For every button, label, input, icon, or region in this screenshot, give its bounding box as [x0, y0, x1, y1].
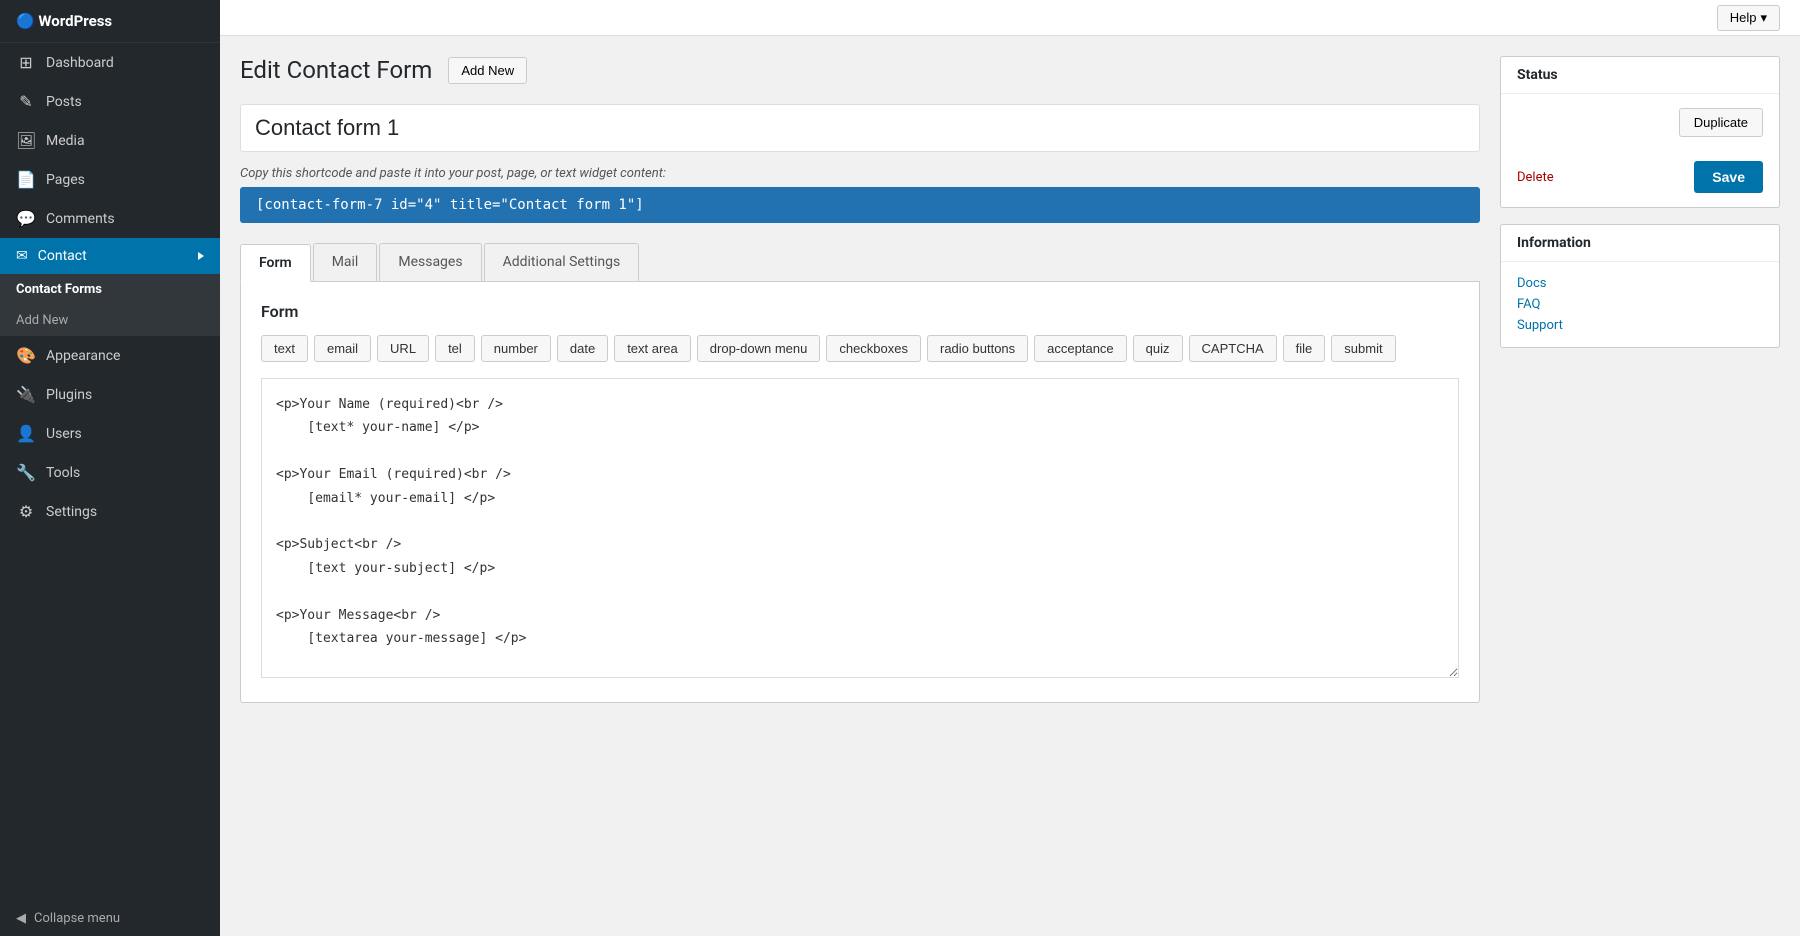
media-icon: 🖼 — [16, 131, 36, 150]
sidebar-item-dashboard[interactable]: ⊞ Dashboard — [0, 43, 220, 82]
tag-button-text-area[interactable]: text area — [614, 335, 691, 362]
tag-button-quiz[interactable]: quiz — [1133, 335, 1183, 362]
shortcode-box[interactable]: [contact-form-7 id="4" title="Contact fo… — [240, 187, 1480, 223]
sidebar: 🔵 WordPress ⊞ Dashboard ✎ Posts 🖼 Media … — [0, 0, 220, 936]
sidebar-logo: 🔵 WordPress — [0, 0, 220, 43]
comments-icon: 💬 — [16, 209, 36, 228]
collapse-menu-button[interactable]: ◀ Collapse menu — [0, 901, 220, 936]
tag-button-email[interactable]: email — [314, 335, 371, 362]
status-metabox-actions: Delete Save — [1501, 151, 1779, 207]
tag-button-captcha[interactable]: CAPTCHA — [1189, 335, 1277, 362]
help-button[interactable]: Help ▾ — [1717, 5, 1780, 31]
tag-button-text[interactable]: text — [261, 335, 308, 362]
sidebar-item-contact[interactable]: ✉ Contact — [0, 238, 220, 274]
sidebar-item-tools[interactable]: 🔧 Tools — [0, 453, 220, 492]
tag-button-url[interactable]: URL — [377, 335, 429, 362]
status-metabox: Status Duplicate Delete Save — [1500, 56, 1780, 208]
save-button[interactable]: Save — [1694, 161, 1763, 193]
settings-icon: ⚙ — [16, 502, 36, 521]
main-content: Help ▾ Edit Contact Form Add New Copy th… — [220, 0, 1800, 936]
sidebar-item-posts[interactable]: ✎ Posts — [0, 82, 220, 121]
left-column: Edit Contact Form Add New Copy this shor… — [240, 56, 1480, 916]
tag-button-date[interactable]: date — [557, 335, 608, 362]
sidebar-item-plugins[interactable]: 🔌 Plugins — [0, 375, 220, 414]
form-panel-title: Form — [261, 302, 1459, 321]
tag-button-radio-buttons[interactable]: radio buttons — [927, 335, 1028, 362]
plugins-icon: 🔌 — [16, 385, 36, 404]
page-title: Edit Contact Form — [240, 56, 432, 84]
add-new-button[interactable]: Add New — [448, 57, 527, 84]
dashboard-icon: ⊞ — [16, 53, 36, 72]
shortcode-label: Copy this shortcode and paste it into yo… — [240, 166, 1480, 181]
form-panel: Form textemailURLtelnumberdatetext aread… — [240, 282, 1480, 703]
form-name-input[interactable] — [240, 104, 1480, 152]
tag-button-acceptance[interactable]: acceptance — [1034, 335, 1127, 362]
right-column: Status Duplicate Delete Save Information… — [1500, 56, 1780, 916]
tools-icon: 🔧 — [16, 463, 36, 482]
tab-mail[interactable]: Mail — [313, 243, 378, 281]
info-link-docs[interactable]: Docs — [1517, 276, 1763, 291]
sidebar-item-pages[interactable]: 📄 Pages — [0, 160, 220, 199]
help-arrow-icon: ▾ — [1760, 10, 1767, 26]
sidebar-item-users[interactable]: 👤 Users — [0, 414, 220, 453]
tag-button-number[interactable]: number — [481, 335, 551, 362]
duplicate-button[interactable]: Duplicate — [1679, 108, 1763, 137]
sidebar-item-contact-forms[interactable]: Contact Forms — [0, 274, 220, 305]
info-links: Docs FAQ Support — [1501, 262, 1779, 347]
contact-submenu: Contact Forms Add New — [0, 274, 220, 336]
pages-icon: 📄 — [16, 170, 36, 189]
sidebar-item-settings[interactable]: ⚙ Settings — [0, 492, 220, 531]
information-metabox: Information Docs FAQ Support — [1500, 224, 1780, 348]
tag-button-submit[interactable]: submit — [1331, 335, 1395, 362]
tag-buttons-container: textemailURLtelnumberdatetext areadrop-d… — [261, 335, 1459, 362]
sidebar-item-add-new[interactable]: Add New — [0, 305, 220, 336]
appearance-icon: 🎨 — [16, 346, 36, 365]
form-code-editor[interactable] — [261, 378, 1459, 678]
sidebar-item-media[interactable]: 🖼 Media — [0, 121, 220, 160]
sidebar-item-appearance[interactable]: 🎨 Appearance — [0, 336, 220, 375]
tag-button-tel[interactable]: tel — [435, 335, 475, 362]
delete-link[interactable]: Delete — [1517, 170, 1554, 185]
status-metabox-content: Duplicate — [1501, 94, 1779, 151]
posts-icon: ✎ — [16, 92, 36, 111]
sidebar-item-comments[interactable]: 💬 Comments — [0, 199, 220, 238]
contact-icon: ✉ — [16, 248, 28, 264]
tag-button-drop-down-menu[interactable]: drop-down menu — [697, 335, 821, 362]
information-metabox-title: Information — [1501, 225, 1779, 262]
tag-button-checkboxes[interactable]: checkboxes — [826, 335, 921, 362]
users-icon: 👤 — [16, 424, 36, 443]
contact-section: ✉ Contact Contact Forms Add New — [0, 238, 220, 336]
info-link-faq[interactable]: FAQ — [1517, 297, 1763, 312]
status-metabox-title: Status — [1501, 57, 1779, 94]
content-area: Edit Contact Form Add New Copy this shor… — [220, 36, 1800, 936]
tabs-bar: Form Mail Messages Additional Settings — [240, 243, 1480, 282]
contact-expand-arrow — [198, 252, 204, 260]
tab-form[interactable]: Form — [240, 244, 311, 282]
tab-additional-settings[interactable]: Additional Settings — [484, 243, 640, 281]
info-link-support[interactable]: Support — [1517, 318, 1763, 333]
topbar: Help ▾ — [220, 0, 1800, 36]
tag-button-file[interactable]: file — [1283, 335, 1326, 362]
page-header: Edit Contact Form Add New — [240, 56, 1480, 84]
tab-messages[interactable]: Messages — [379, 243, 481, 281]
collapse-icon: ◀ — [16, 911, 26, 926]
